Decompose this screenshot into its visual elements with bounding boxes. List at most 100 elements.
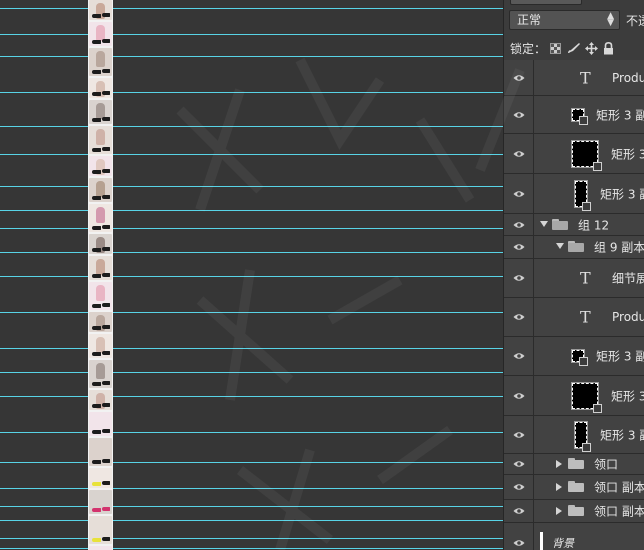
layer-name: 组 12 [578,218,610,232]
layer-group-row[interactable]: 组 9 副本 [504,236,644,259]
layer-name: 矩形 3 [611,147,644,161]
product-thumbnail [89,0,112,20]
layer-name: 矩形 3 副 [596,108,644,122]
guide-line [0,56,503,57]
lock-all-icon[interactable] [603,41,615,55]
document-canvas[interactable] [0,0,503,550]
visibility-eye-icon[interactable] [504,475,534,499]
product-thumbnail [89,438,112,466]
layer-row[interactable]: T Produc [504,298,644,337]
visibility-eye-icon[interactable] [504,236,534,258]
expand-triangle-icon[interactable] [556,507,562,515]
guide-line [0,520,503,521]
expand-triangle-icon[interactable] [556,460,562,468]
collapse-triangle-icon[interactable] [540,220,548,227]
text-layer-icon: T [580,307,591,327]
visibility-eye-icon[interactable] [504,416,534,453]
visibility-eye-icon[interactable] [504,214,534,235]
product-thumbnail [89,126,112,154]
guide-line [0,92,503,93]
layer-row[interactable]: 矩形 3 [504,134,644,174]
layer-row[interactable]: T Produc [504,60,644,96]
visibility-eye-icon[interactable] [504,500,534,522]
visibility-eye-icon[interactable] [504,454,534,474]
folder-icon [568,481,584,492]
shape-layer-thumbnail [571,107,588,125]
background-thumbnail [540,531,543,550]
vector-mask-icon [582,442,591,452]
collapse-triangle-icon[interactable] [556,243,564,249]
layer-name: Produc [612,310,644,324]
folder-icon [568,505,584,516]
layer-row[interactable]: 背景 [504,523,644,550]
guide-line [0,312,503,313]
layer-group-row[interactable]: 领口 副本 [504,500,644,523]
layer-row[interactable]: 矩形 3 副 [504,337,644,376]
guide-line [0,506,503,507]
guide-line [0,348,503,349]
layer-name: 背景 [552,536,574,550]
layer-name: 组 9 副本 [594,240,644,255]
product-thumbnail [89,412,112,436]
layer-row[interactable]: 矩形 3 副 [504,416,644,454]
document-image-strip[interactable] [88,0,113,550]
product-thumbnail [89,22,112,46]
shape-layer-thumbnail [574,179,591,211]
guide-line [0,210,503,211]
vector-mask-icon [579,115,588,125]
product-thumbnail [89,256,112,280]
layer-name: 领口 副本 [594,480,644,495]
product-thumbnail [89,204,112,232]
visibility-eye-icon[interactable] [504,523,534,550]
layer-group-row[interactable]: 领口 [504,454,644,475]
blend-mode-select[interactable]: 正常 ▲ ▼ [509,10,620,30]
folder-icon [568,241,584,252]
guide-line [0,126,503,127]
visibility-eye-icon[interactable] [504,376,534,415]
layer-name: Produc [612,70,644,85]
layer-row[interactable]: 矩形 3 副 [504,96,644,134]
visibility-eye-icon[interactable] [504,134,534,173]
layer-group-row[interactable]: 领口 副本 [504,475,644,500]
shape-layer-thumbnail [571,139,602,171]
layer-name: 领口 副本 [594,504,644,519]
layer-row[interactable]: 矩形 3 [504,376,644,416]
lock-label: 锁定： [510,41,547,56]
visibility-eye-icon[interactable] [504,60,534,95]
visibility-eye-icon[interactable] [504,96,534,133]
lock-transparent-icon[interactable] [550,42,562,54]
visibility-eye-icon[interactable] [504,259,534,297]
lock-move-icon[interactable] [585,42,599,55]
layer-row[interactable]: 矩形 3 副 [504,174,644,214]
vector-mask-icon [579,357,588,366]
text-layer-icon: T [580,68,591,87]
layer-name: 矩形 3 副 [600,187,644,201]
layer-group-row[interactable]: 组 12 [504,214,644,236]
lock-paint-icon[interactable] [567,42,581,54]
visibility-eye-icon[interactable] [504,298,534,336]
product-thumbnail [89,282,112,310]
product-thumbnail [89,234,112,254]
visibility-eye-icon[interactable] [504,174,534,213]
layer-name: 领口 [594,457,619,472]
product-thumbnail [89,516,112,544]
panel-top-control[interactable] [510,0,582,5]
visibility-eye-icon[interactable] [504,337,534,375]
product-thumbnail [89,360,112,388]
layer-name: 矩形 3 副 [596,349,644,364]
opacity-label: 不透 [626,14,644,28]
guide-line [0,276,503,277]
guide-line [0,154,503,155]
expand-triangle-icon[interactable] [556,483,562,491]
text-layer-icon: T [580,268,591,288]
blend-mode-value: 正常 [517,13,542,27]
layer-row[interactable]: T 细节展 [504,259,644,298]
select-arrows-icon: ▲ ▼ [607,11,614,28]
product-thumbnail [89,490,112,514]
folder-icon [568,458,584,469]
shape-layer-thumbnail [571,381,602,413]
shape-layer-thumbnail [571,349,588,366]
guide-line [0,538,503,539]
product-thumbnail [89,390,112,410]
product-thumbnail [89,334,112,358]
